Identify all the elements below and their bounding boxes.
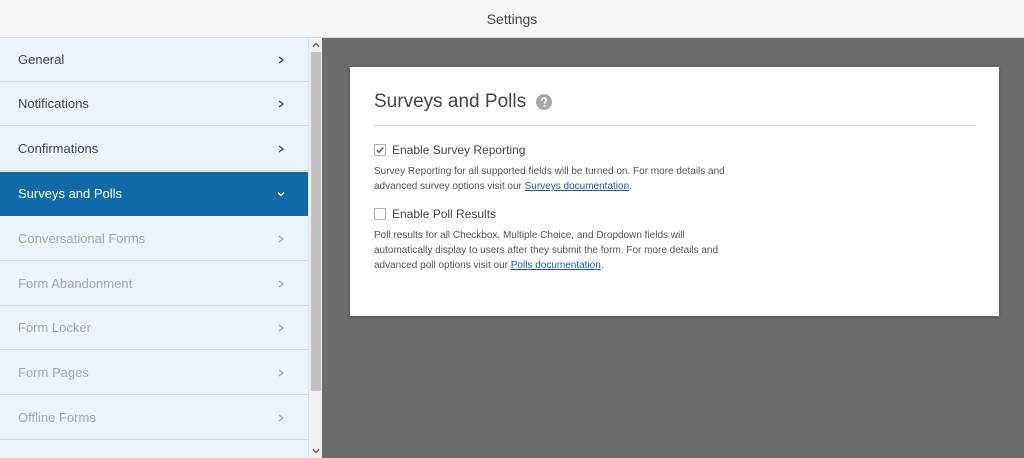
chevron-down-icon — [276, 189, 286, 199]
poll-results-description: Poll results for all Checkbox, Multiple … — [374, 228, 744, 273]
window-title: Settings — [486, 10, 538, 27]
poll-desc-end: . — [600, 260, 604, 271]
chevron-right-icon — [276, 99, 286, 109]
poll-results-label[interactable]: Enable Poll Results — [392, 207, 496, 221]
chevron-right-icon — [276, 55, 286, 65]
panel-title: Surveys and Polls — [374, 91, 527, 112]
sidebar-item-label: Notifications — [18, 96, 89, 111]
checkmark-icon — [376, 146, 384, 154]
chevron-right-icon — [276, 413, 286, 423]
sidebar-item-form-pages[interactable]: Form Pages — [0, 351, 308, 395]
sidebar-item-conversational-forms[interactable]: Conversational Forms — [0, 217, 308, 261]
sidebar-item-label: Form Pages — [18, 365, 89, 380]
surveys-polls-panel: Surveys and Polls Enable Survey Reportin… — [350, 67, 999, 316]
sidebar-scrollbar[interactable] — [308, 38, 322, 458]
question-circle-icon[interactable] — [536, 94, 553, 110]
sidebar-item-label: Offline Forms — [18, 410, 96, 425]
chevron-right-icon — [276, 368, 286, 378]
sidebar-item-surveys-and-polls[interactable]: Surveys and Polls — [0, 172, 308, 216]
chevron-right-icon — [276, 234, 286, 244]
survey-reporting-label[interactable]: Enable Survey Reporting — [392, 143, 525, 157]
sidebar-item-form-locker[interactable]: Form Locker — [0, 306, 308, 350]
sidebar-item-notifications[interactable]: Notifications — [0, 82, 308, 126]
sidebar-item-offline-forms[interactable]: Offline Forms — [0, 396, 308, 440]
sidebar-item-confirmations[interactable]: Confirmations — [0, 127, 308, 171]
settings-sidebar: General Notifications Confirmations Surv… — [0, 38, 308, 458]
sidebar-item-label: Confirmations — [18, 141, 99, 156]
survey-reporting-option: Enable Survey Reporting Survey Reporting… — [374, 143, 975, 194]
polls-documentation-link[interactable]: Polls documentation — [511, 260, 601, 271]
survey-desc-end: . — [629, 181, 632, 192]
title-bar: Settings — [0, 0, 1024, 38]
sidebar-item-general[interactable]: General — [0, 38, 308, 82]
chevron-right-icon — [276, 144, 286, 154]
panel-header: Surveys and Polls — [374, 91, 975, 126]
settings-content-area: Surveys and Polls Enable Survey Reportin… — [322, 38, 1024, 458]
scrollbar-thumb[interactable] — [311, 52, 321, 391]
poll-results-option: Enable Poll Results Poll results for all… — [374, 207, 975, 273]
scroll-up-icon[interactable] — [312, 41, 320, 49]
sidebar-item-form-abandonment[interactable]: Form Abandonment — [0, 262, 308, 306]
poll-results-checkbox[interactable] — [374, 208, 386, 220]
sidebar-item-label: Form Locker — [18, 320, 91, 335]
sidebar-item-label: Form Abandonment — [18, 276, 133, 291]
chevron-right-icon — [276, 323, 286, 333]
survey-reporting-description: Survey Reporting for all supported field… — [374, 164, 744, 194]
sidebar-item-label: Conversational Forms — [18, 231, 146, 246]
sidebar-item-label: Surveys and Polls — [18, 186, 123, 201]
surveys-documentation-link[interactable]: Surveys documentation — [525, 181, 630, 192]
chevron-right-icon — [276, 279, 286, 289]
survey-reporting-checkbox[interactable] — [374, 144, 386, 156]
sidebar-item-label: General — [18, 52, 65, 67]
scroll-down-icon[interactable] — [312, 447, 320, 455]
